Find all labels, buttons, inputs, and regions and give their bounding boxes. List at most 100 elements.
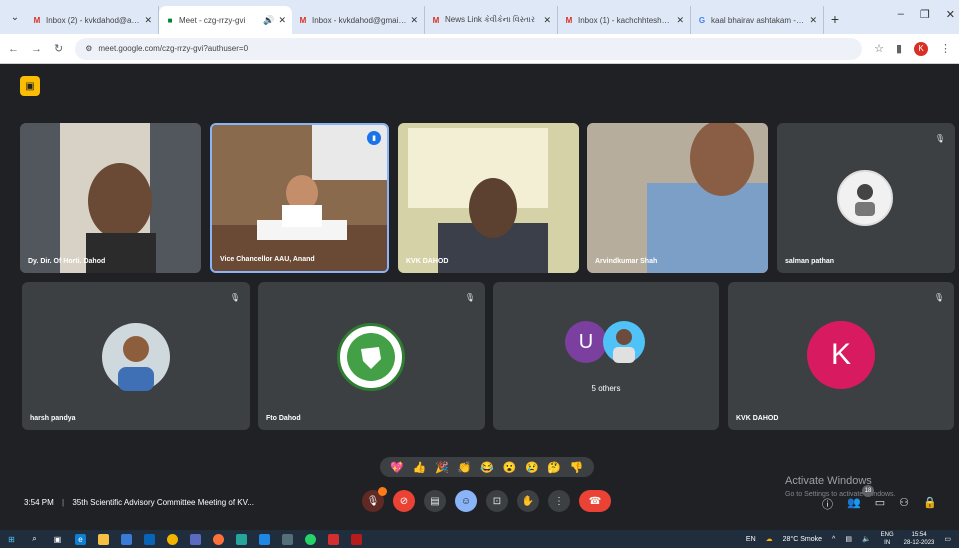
tab-google-search[interactable]: G kaal bhairav ashtakam - Goo ✕	[691, 6, 824, 34]
leave-call-button[interactable]: ☎	[579, 490, 611, 512]
firefox-icon[interactable]	[213, 533, 224, 545]
presentation-icon[interactable]: ▣	[20, 76, 40, 96]
clock[interactable]: 15:54 28-12-2023	[904, 531, 935, 547]
minimize-icon[interactable]: –	[898, 8, 904, 21]
app-icon[interactable]	[236, 533, 247, 545]
bookmark-star-icon[interactable]: ☆	[874, 42, 884, 55]
network-icon[interactable]: ▤	[845, 535, 852, 543]
file-explorer-icon[interactable]	[98, 533, 109, 545]
activities-icon[interactable]: ⚇	[899, 496, 909, 512]
audio-playing-icon[interactable]: 🔊	[263, 15, 274, 26]
chat-icon[interactable]: ▭	[875, 496, 885, 512]
reaction-party[interactable]: 🎉	[435, 461, 449, 474]
volume-icon[interactable]: 🔈	[862, 535, 871, 543]
app-icon[interactable]	[259, 533, 270, 545]
avatar: K	[807, 321, 875, 389]
mic-toggle-button[interactable]: 🎙	[362, 487, 387, 512]
more-options-button[interactable]: ⋮	[548, 490, 570, 512]
whatsapp-icon[interactable]	[305, 533, 316, 545]
close-icon[interactable]: ✕	[410, 15, 418, 26]
participant-tile[interactable]: 🎙 Fto Dahod	[258, 282, 485, 430]
reaction-heart[interactable]: 💖	[390, 461, 404, 474]
profile-avatar[interactable]: K	[914, 41, 928, 56]
keyboard-indicator[interactable]: EN	[746, 536, 756, 543]
forward-icon[interactable]: →	[31, 43, 42, 55]
acrobat-icon[interactable]	[351, 533, 362, 545]
gmail-icon: M	[299, 15, 307, 25]
reaction-sad[interactable]: 😢	[525, 461, 539, 474]
back-icon[interactable]: ←	[8, 43, 19, 55]
avatar	[102, 323, 170, 391]
mic-off-icon: 🎙	[366, 495, 380, 507]
site-info-icon[interactable]: ⚙	[85, 44, 92, 53]
reactions-button[interactable]: ☺	[455, 490, 477, 512]
maximize-icon[interactable]: ❐	[920, 8, 930, 21]
tab-inbox-gmail[interactable]: M Inbox - kvkdahod@gmail.com ✕	[292, 6, 425, 34]
tray-chevron-icon[interactable]: ^	[832, 536, 835, 543]
close-icon[interactable]: ✕	[676, 15, 684, 26]
participant-video	[20, 123, 201, 273]
participant-tile[interactable]: Dy. Dir. Of Horti. Dahod	[20, 123, 201, 273]
windows-start-icon[interactable]: ⊞	[6, 534, 17, 545]
store-icon[interactable]	[121, 533, 132, 545]
avatar: U	[565, 321, 607, 363]
close-icon[interactable]: ✕	[543, 15, 551, 26]
close-window-icon[interactable]: ✕	[946, 8, 955, 21]
reaction-thumbs-down[interactable]: 👎	[570, 461, 584, 474]
participant-tile[interactable]: 🎙 harsh pandya	[22, 282, 250, 430]
others-tile[interactable]: U 5 others	[493, 282, 719, 430]
reaction-thinking[interactable]: 🤔	[547, 461, 561, 474]
language-indicator[interactable]: ENG IN	[881, 531, 894, 547]
present-button[interactable]: ⊡	[486, 490, 508, 512]
participant-tile[interactable]: Arvindkumar Shah	[587, 123, 768, 273]
close-icon[interactable]: ✕	[809, 15, 817, 26]
region-code: IN	[884, 540, 891, 546]
weather-text[interactable]: 28°C Smoke	[783, 536, 822, 543]
chrome-icon[interactable]	[167, 533, 178, 545]
side-panel-icon[interactable]: ▮	[896, 42, 902, 55]
tab-meet[interactable]: ■ Meet - czg-rrzy-gvi 🔊 ✕	[159, 6, 292, 34]
reaction-surprised[interactable]: 😮	[503, 461, 517, 474]
mail-icon[interactable]	[144, 533, 155, 545]
participant-tile[interactable]: 🎙 salman pathan	[777, 123, 955, 273]
reaction-thumbs-up[interactable]: 👍	[413, 461, 427, 474]
close-icon[interactable]: ✕	[278, 15, 286, 26]
menu-dots-icon[interactable]: ⋮	[940, 42, 951, 55]
notification-icon[interactable]: ▭	[944, 535, 951, 543]
app-icon[interactable]	[282, 533, 293, 545]
edge-icon[interactable]: e	[75, 533, 86, 545]
url-field[interactable]: ⚙ meet.google.com/czg-rrzy-gvi?authuser=…	[75, 37, 863, 60]
close-icon[interactable]: ✕	[144, 15, 152, 26]
captions-button[interactable]: ▤	[424, 490, 446, 512]
host-controls-icon[interactable]: 🔒	[923, 496, 937, 512]
tab-inbox-kachchh[interactable]: M Inbox (1) - kachchhtesh@aau.in ✕	[558, 6, 691, 34]
info-icon[interactable]: ⓘ	[822, 496, 833, 512]
separator: |	[62, 498, 65, 507]
gmail-icon: M	[432, 15, 440, 25]
participant-tile[interactable]: KVK DAHOD	[398, 123, 579, 273]
tab-search-icon[interactable]: ⌄	[4, 6, 26, 28]
task-view-icon[interactable]: ▣	[52, 534, 63, 545]
system-tray: EN ☁ 28°C Smoke ^ ▤ 🔈 ENG IN 15:54 28-12-2…	[746, 530, 951, 548]
pdf-icon[interactable]	[328, 533, 339, 545]
reaction-clap[interactable]: 👏	[458, 461, 472, 474]
participant-tile[interactable]: ▮ Vice Chancellor AAU, Anand	[210, 123, 389, 273]
meeting-title: 35th Scientific Advisory Committee Meeti…	[72, 498, 254, 507]
url-text: meet.google.com/czg-rrzy-gvi?authuser=0	[98, 44, 249, 53]
tab-news-link[interactable]: M News Link કેવીકેના વિસ્તાર ✕	[425, 6, 558, 34]
captions-icon: ▤	[430, 495, 440, 507]
meeting-time: 3:54 PM	[24, 498, 54, 507]
people-icon[interactable]: 👥	[847, 496, 861, 512]
camera-toggle-button[interactable]: ⊘	[393, 490, 415, 512]
gmail-icon: M	[33, 15, 41, 25]
reload-icon[interactable]: ↻	[54, 42, 63, 55]
raise-hand-button[interactable]: ✋	[517, 490, 539, 512]
new-tab-button[interactable]: +	[824, 8, 846, 30]
participant-name: Arvindkumar Shah	[595, 258, 658, 265]
search-icon[interactable]: ⌕	[29, 534, 40, 545]
tab-inbox-aau[interactable]: M Inbox (2) - kvkdahod@aau.in ✕	[26, 6, 159, 34]
mic-off-icon: 🎙	[934, 133, 946, 143]
reaction-laugh[interactable]: 😂	[480, 461, 494, 474]
participant-tile[interactable]: 🎙 K KVK DAHOD	[728, 282, 954, 430]
app-icon[interactable]	[190, 533, 201, 545]
